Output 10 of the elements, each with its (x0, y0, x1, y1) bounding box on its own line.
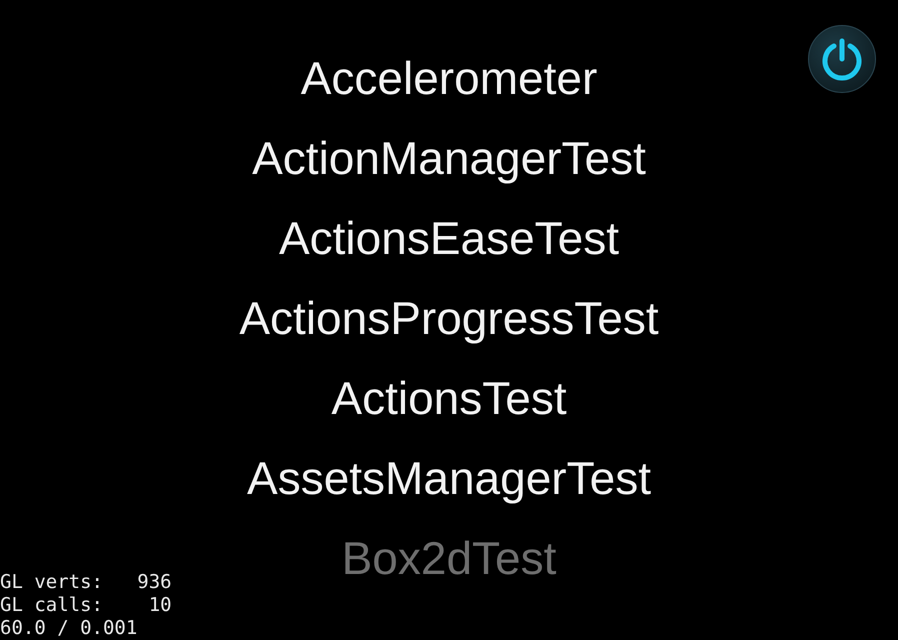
menu-item[interactable]: ActionsEaseTest (278, 210, 620, 290)
stats-text: GL verts: 936 (0, 571, 172, 594)
menu-item[interactable]: ActionsTest (331, 370, 567, 450)
power-icon (820, 37, 864, 81)
stats-text: 60.0 / 0.001 (0, 617, 138, 640)
stats-text: GL calls: 10 (0, 594, 172, 617)
menu-item[interactable]: AssetsManagerTest (247, 450, 651, 530)
menu-item[interactable]: ActionsProgressTest (239, 290, 659, 370)
menu-item[interactable]: ActionManagerTest (252, 130, 646, 210)
menu-item[interactable]: Accelerometer (300, 50, 598, 130)
